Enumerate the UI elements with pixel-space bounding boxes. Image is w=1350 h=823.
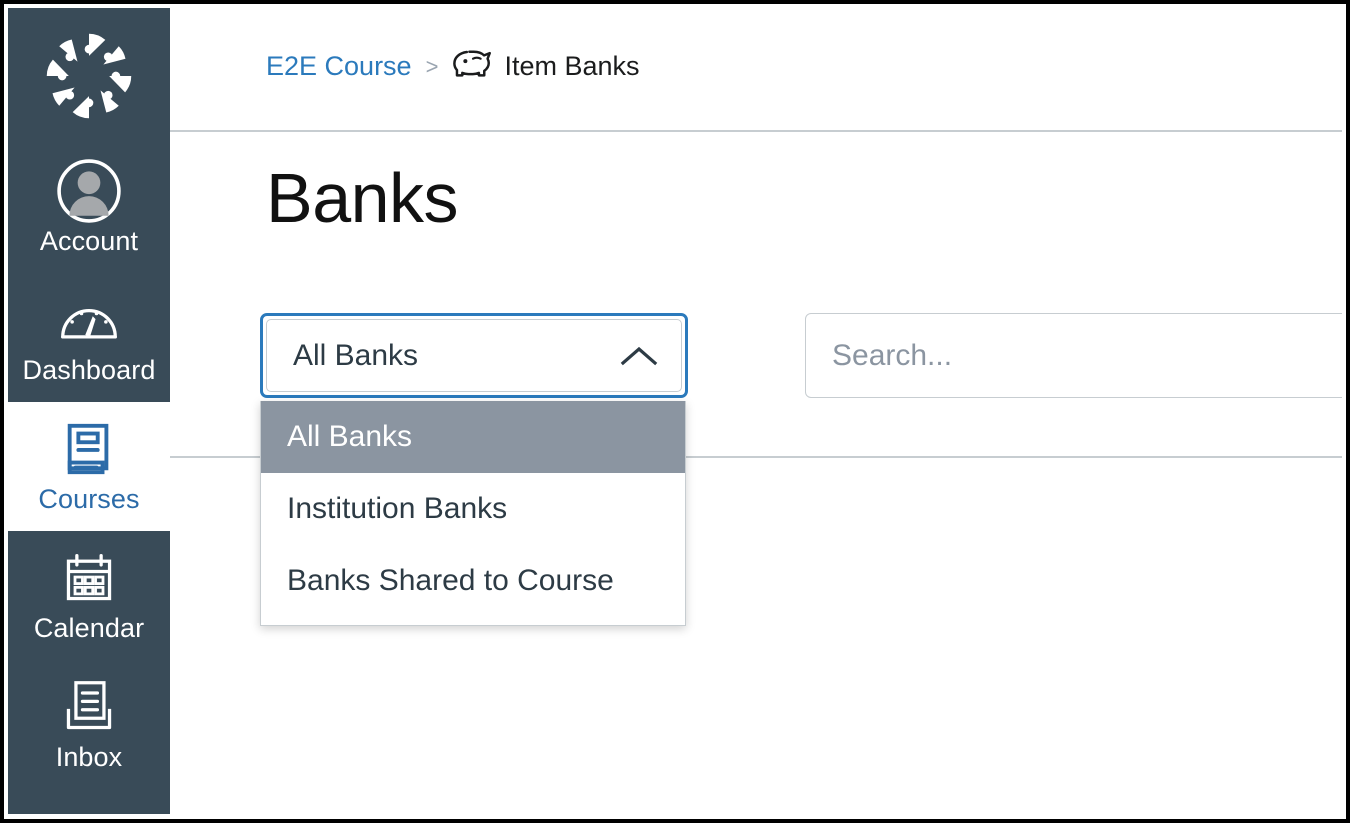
user-avatar-icon (56, 159, 122, 224)
filter-row: All Banks All Banks Institution Banks Ba… (260, 308, 1342, 626)
gauge-icon (59, 290, 119, 350)
bank-filter-dropdown-menu: All Banks Institution Banks Banks Shared… (260, 401, 686, 626)
browser-viewport: Account Dashboard Courses Calendar Inbox… (0, 0, 1350, 823)
breadcrumb-current-label: Item Banks (504, 51, 640, 81)
bank-filter-option-banks-shared-to-course[interactable]: Banks Shared to Course (261, 545, 685, 617)
sidebar-item-label: Calendar (33, 613, 145, 644)
bank-filter-selected-value: All Banks (293, 338, 419, 372)
calendar-icon (61, 548, 117, 608)
global-navigation-sidebar: Account Dashboard Courses Calendar Inbox (8, 8, 170, 814)
main-content: E2E Course > Item Banks Banks All Banks … (170, 8, 1342, 815)
sidebar-item-label: Courses (38, 484, 140, 515)
bank-filter-option-all-banks[interactable]: All Banks (261, 401, 685, 473)
sidebar-item-account[interactable]: Account (8, 144, 170, 273)
sidebar-item-label: Account (39, 226, 139, 257)
breadcrumb-course-link[interactable]: E2E Course (266, 51, 412, 82)
search-input[interactable] (832, 338, 1342, 373)
page-title: Banks (266, 159, 459, 237)
inbox-icon (61, 677, 117, 737)
breadcrumb: E2E Course > Item Banks (266, 46, 640, 87)
canvas-logo[interactable] (8, 8, 170, 144)
sidebar-item-calendar[interactable]: Calendar (8, 531, 170, 660)
sidebar-item-label: Inbox (55, 742, 123, 773)
breadcrumb-separator: > (425, 53, 439, 79)
chevron-up-icon[interactable] (619, 343, 659, 369)
sidebar-item-inbox[interactable]: Inbox (8, 660, 170, 789)
bank-filter-select-trigger[interactable]: All Banks (266, 319, 682, 392)
bank-filter-select[interactable]: All Banks (260, 313, 688, 398)
book-icon (60, 419, 118, 479)
piggy-bank-icon (452, 46, 494, 87)
sidebar-item-dashboard[interactable]: Dashboard (8, 273, 170, 402)
sidebar-item-courses[interactable]: Courses (8, 402, 170, 531)
breadcrumb-current: Item Banks (452, 46, 640, 87)
bank-filter-select-wrapper: All Banks All Banks Institution Banks Ba… (260, 313, 688, 626)
search-field[interactable] (805, 313, 1342, 398)
bank-filter-option-institution-banks[interactable]: Institution Banks (261, 473, 685, 545)
sidebar-item-label: Dashboard (22, 355, 156, 386)
breadcrumb-divider (170, 130, 1342, 132)
